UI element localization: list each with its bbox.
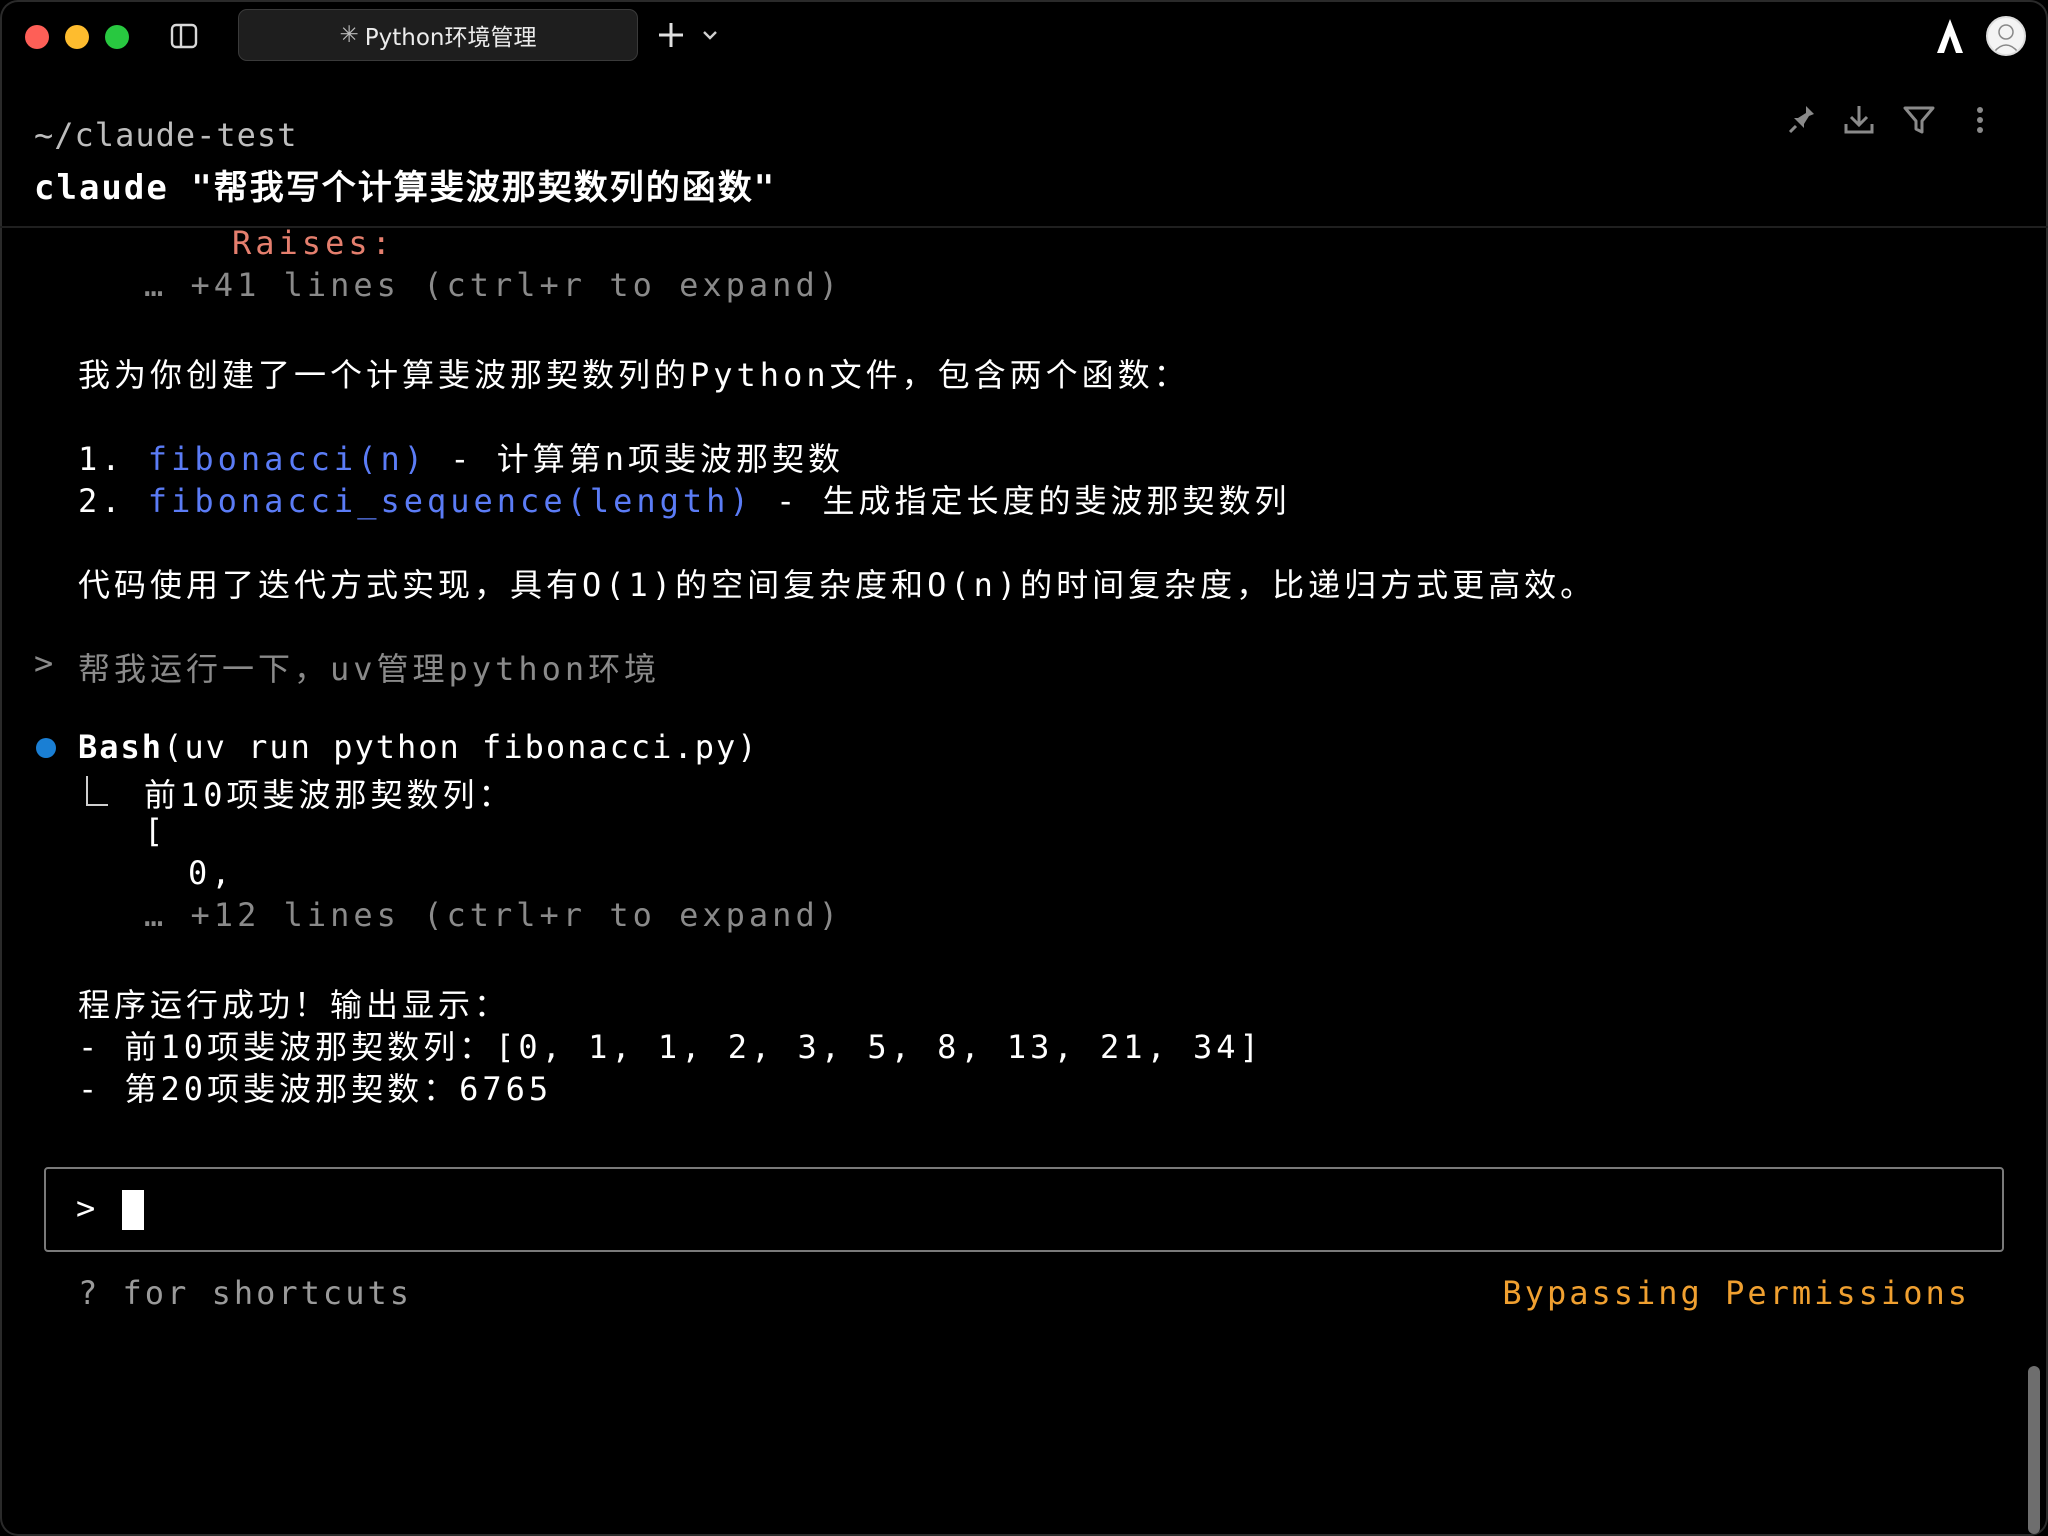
output-line-3: 0, — [188, 854, 235, 892]
tool-name: Bash — [78, 728, 164, 766]
output-connector — [86, 776, 108, 806]
result-intro: 程序运行成功！输出显示： — [78, 986, 511, 1024]
sparkle-icon: ✳ — [339, 22, 359, 48]
complexity-note: 代码使用了迭代方式实现，具有O(1)的空间复杂度和O(n)的时间复杂度，比递归方… — [78, 566, 1597, 604]
scrollbar[interactable] — [2028, 1366, 2040, 1534]
input-prompt-marker: > — [76, 1189, 96, 1227]
filter-icon[interactable] — [1902, 100, 1936, 140]
list-item-1-desc: - 计算第n项斐波那契数 — [426, 440, 845, 478]
list-item-2: 2. fibonacci_sequence(length) - 生成指定长度的斐… — [78, 476, 1291, 522]
collapsed-lines-1[interactable]: … +41 lines (ctrl+r to expand) — [144, 266, 842, 304]
download-icon[interactable] — [1842, 100, 1876, 140]
result-line-2: - 第20项斐波那契数：6765 — [78, 1070, 553, 1108]
more-options-icon[interactable] — [1970, 100, 1990, 140]
terminal-window: ✳ Python环境管理 ~/claude-test claude "帮我写个计… — [0, 0, 2048, 1536]
summary-intro: 我为你创建了一个计算斐波那契数列的Python文件，包含两个函数： — [78, 356, 1190, 394]
tab-python-env[interactable]: ✳ Python环境管理 — [238, 9, 638, 61]
text-cursor — [122, 1190, 144, 1230]
shortcuts-hint: ? for shortcuts — [78, 1274, 412, 1312]
raises-label: Raises: — [232, 224, 395, 262]
app-logo-icon[interactable] — [1934, 16, 1966, 56]
title-bar: ✳ Python环境管理 — [0, 0, 2048, 72]
list-item-1: 1. fibonacci(n) - 计算第n项斐波那契数 — [78, 434, 844, 480]
output-line-2: [ — [144, 812, 168, 850]
result-line-1: - 前10项斐波那契数列：[0, 1, 1, 2, 3, 5, 8, 13, 2… — [78, 1028, 1263, 1066]
tool-args: (uv run python fibonacci.py) — [163, 728, 759, 766]
minimize-window-button[interactable] — [65, 25, 89, 49]
list-item-1-code: fibonacci(n) — [147, 440, 427, 478]
list-item-2-desc: - 生成指定长度的斐波那契数列 — [752, 482, 1291, 520]
tab-title: Python环境管理 — [364, 25, 537, 51]
new-tab-plus-icon[interactable] — [654, 18, 688, 52]
user-prompt: 帮我运行一下，uv管理python环境 — [78, 650, 661, 688]
session-command: claude "帮我写个计算斐波那契数列的函数" — [34, 168, 777, 208]
avatar[interactable] — [1986, 16, 2026, 56]
zoom-window-button[interactable] — [105, 25, 129, 49]
list-item-1-number: 1. — [78, 440, 148, 478]
tool-status-dot — [36, 738, 56, 758]
close-window-button[interactable] — [25, 25, 49, 49]
prompt-input[interactable]: > — [44, 1167, 2004, 1252]
collapsed-lines-2[interactable]: … +12 lines (ctrl+r to expand) — [144, 896, 842, 934]
list-item-2-code: fibonacci_sequence(length) — [147, 482, 753, 520]
list-item-2-number: 2. — [78, 482, 148, 520]
permission-mode[interactable]: Bypassing Permissions — [1502, 1274, 1970, 1312]
tool-call: Bash(uv run python fibonacci.py) — [78, 728, 759, 766]
user-prompt-marker: > — [34, 644, 58, 682]
output-line-1: 前10项斐波那契数列： — [144, 776, 515, 814]
chevron-down-icon[interactable] — [700, 26, 720, 44]
sidebar-toggle-icon[interactable] — [170, 22, 198, 50]
avatar-face-icon — [1993, 24, 2019, 53]
pin-icon[interactable] — [1786, 100, 1820, 140]
working-directory: ~/claude-test — [34, 116, 298, 154]
